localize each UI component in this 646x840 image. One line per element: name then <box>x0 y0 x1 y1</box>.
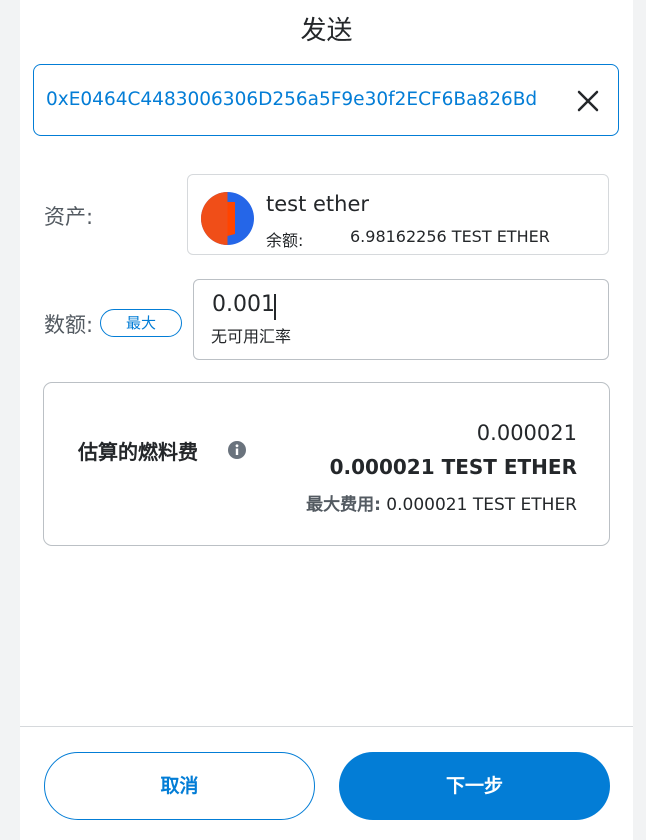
balance-value: 6.98162256 TEST ETHER <box>350 227 550 246</box>
next-button[interactable]: 下一步 <box>339 752 610 820</box>
max-fee: 最大费用: 0.000021 TEST ETHER <box>306 490 577 515</box>
max-button[interactable]: 最大 <box>100 309 182 337</box>
conversion-rate-text: 无可用汇率 <box>211 327 292 346</box>
cancel-button[interactable]: 取消 <box>44 752 315 820</box>
page-title: 发送 <box>300 16 353 46</box>
asset-label: 资产: <box>44 205 94 229</box>
gas-fee-primary: 0.000021 <box>476 421 577 445</box>
footer-divider <box>20 726 633 727</box>
gas-fee-label: 估算的燃料费 <box>78 440 198 464</box>
recipient-address[interactable]: 0xE0464C4483006306D256a5F9e30f2ECF6Ba826… <box>46 89 537 110</box>
amount-label: 数额: <box>44 313 94 337</box>
max-fee-label: 最大费用: <box>306 495 381 515</box>
asset-selector[interactable]: test ether 余额: 6.98162256 TEST ETHER <box>187 174 609 255</box>
gas-fee-secondary: 0.000021 TEST ETHER <box>329 455 577 479</box>
amount-input[interactable]: 0.001 无可用汇率 <box>193 279 609 360</box>
asset-name: test ether <box>266 192 370 216</box>
text-caret <box>274 294 276 320</box>
recipient-address-field[interactable]: 0xE0464C4483006306D256a5F9e30f2ECF6Ba826… <box>33 64 619 136</box>
token-logo-icon <box>201 192 254 245</box>
amount-value[interactable]: 0.001 <box>212 292 275 317</box>
close-icon[interactable] <box>576 89 600 113</box>
gas-fee-card: 估算的燃料费 0.000021 0.000021 TEST ETHER 最大费用… <box>43 382 610 546</box>
send-panel: 发送 0xE0464C4483006306D256a5F9e30f2ECF6Ba… <box>20 0 633 840</box>
max-fee-value: 0.000021 TEST ETHER <box>380 495 577 515</box>
balance-label: 余额: <box>266 231 304 250</box>
info-icon[interactable] <box>228 441 246 459</box>
